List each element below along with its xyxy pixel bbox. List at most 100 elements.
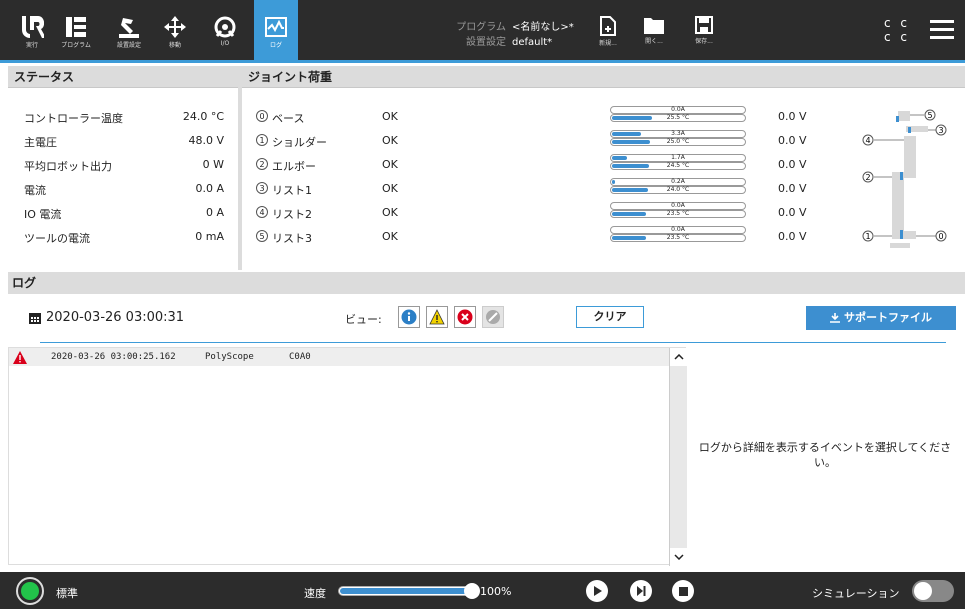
- step-button[interactable]: [630, 580, 652, 602]
- warning-icon: [429, 309, 445, 325]
- joint-status: OK: [382, 110, 398, 123]
- log-title: ログ: [8, 272, 965, 294]
- program-icon: [66, 17, 86, 37]
- nav-move-button[interactable]: 移動: [155, 0, 195, 62]
- joint-voltage: 0.0 V: [778, 110, 807, 123]
- joint-status: OK: [382, 182, 398, 195]
- nav-run-button[interactable]: 実行: [12, 0, 52, 62]
- joint-name: リスト2: [272, 208, 312, 221]
- simulation-toggle-knob: [914, 582, 932, 600]
- speed-label: 速度: [304, 587, 326, 600]
- open-file-button[interactable]: 開く...: [634, 0, 674, 62]
- status-title: ステータス: [8, 66, 238, 88]
- new-file-button[interactable]: 新規...: [588, 0, 628, 62]
- joint-number: 2: [256, 158, 268, 170]
- nav-program-label: プログラム: [61, 42, 91, 49]
- speed-slider-knob[interactable]: [464, 583, 480, 599]
- diagram-label-5: 5: [927, 111, 932, 120]
- scroll-up-button[interactable]: [670, 348, 688, 366]
- ur-logo-icon: [22, 16, 44, 38]
- nav-installation-button[interactable]: 設置設定: [109, 0, 149, 62]
- installation-name: 設置設定 default*: [430, 33, 590, 48]
- joint-current-bar: 0.0A: [610, 226, 746, 234]
- joint-name: リスト1: [272, 184, 312, 197]
- diagram-label-1: 1: [865, 232, 870, 241]
- save-file-button[interactable]: 保存...: [684, 0, 724, 62]
- joint-row: 2 エルボー OK 1.7A 24.5 °C 0.0 V: [256, 154, 956, 178]
- joint-current-text: 0.0A: [671, 226, 685, 233]
- save-file-label: 保存...: [695, 38, 713, 45]
- speed-value: 100%: [480, 585, 512, 598]
- log-entry-code: C0A0: [289, 352, 311, 362]
- nav-installation-label: 設置設定: [116, 42, 141, 49]
- bottom-bar: 標準 速度 100% シミュレーション: [0, 572, 965, 609]
- filter-error-button[interactable]: [454, 306, 476, 328]
- joint-temp-bar: 23.5 °C: [610, 234, 746, 242]
- io-icon: [214, 16, 236, 38]
- filter-warning-button[interactable]: [426, 306, 448, 328]
- joint-temp-text: 24.0 °C: [666, 186, 690, 193]
- installation-icon: [119, 18, 139, 38]
- program-value: <名前なし>*: [512, 22, 574, 33]
- joint-name: ショルダー: [272, 136, 327, 149]
- move-icon: [164, 16, 186, 38]
- info-icon: [401, 309, 417, 325]
- clear-button[interactable]: クリア: [576, 306, 644, 328]
- joint-number: 4: [256, 206, 268, 218]
- joint-current-text: 0.0A: [671, 202, 685, 209]
- status-value: 24.0 °C: [182, 110, 224, 123]
- joint-status: OK: [382, 230, 398, 243]
- log-list[interactable]: 2020-03-26 03:00:25.162 PolyScope C0A0: [8, 347, 688, 566]
- status-key: IO 電流: [24, 208, 62, 221]
- speed-slider[interactable]: [338, 586, 472, 596]
- power-button[interactable]: [16, 577, 44, 605]
- joint-current-bar: 1.7A: [610, 154, 746, 162]
- joint-load-panel: ジョイント荷重 0 ベース OK 0.0A 25.5 °C 0.0 V 1 ショルダー OK 3.…: [242, 66, 965, 270]
- diagram-label-4: 4: [865, 136, 870, 145]
- status-key: 主電圧: [24, 136, 57, 149]
- nav-io-button[interactable]: I/O: [205, 0, 245, 62]
- nav-program-button[interactable]: プログラム: [56, 0, 96, 62]
- joint-row: 4 リスト2 OK 0.0A 23.5 °C 0.0 V: [256, 202, 956, 226]
- joint-number: 1: [256, 134, 268, 146]
- joint-current-bar: 0.2A: [610, 178, 746, 186]
- play-button[interactable]: [586, 580, 608, 602]
- joint-status: OK: [382, 134, 398, 147]
- download-icon: [830, 313, 840, 323]
- filter-info-button[interactable]: [398, 306, 420, 328]
- joint-name: リスト3: [272, 232, 312, 245]
- joint-current-bar: 0.0A: [610, 106, 746, 114]
- filter-disabled-button[interactable]: [482, 306, 504, 328]
- joint-temp-bar: 25.0 °C: [610, 138, 746, 146]
- simulation-toggle[interactable]: [912, 580, 954, 602]
- joint-row: 5 リスト3 OK 0.0A 23.5 °C 0.0 V: [256, 226, 956, 250]
- stop-icon: [678, 586, 688, 596]
- log-separator: [40, 342, 946, 343]
- simulation-label: シミュレーション: [812, 587, 900, 600]
- power-status-icon: [21, 582, 39, 600]
- installation-key: 設置設定: [466, 37, 506, 48]
- joint-temp-bar: 24.0 °C: [610, 186, 746, 194]
- chevron-up-icon: [674, 354, 684, 360]
- chevron-down-icon: [674, 554, 684, 560]
- status-key: ツールの電流: [24, 232, 90, 245]
- control-center-indicator[interactable]: c c c c: [884, 16, 910, 44]
- joint-status: OK: [382, 206, 398, 219]
- joint-number: 5: [256, 230, 268, 242]
- joint-row: 3 リスト1 OK 0.2A 24.0 °C 0.0 V: [256, 178, 956, 202]
- diagram-label-0: 0: [938, 232, 943, 241]
- joint-current-text: 0.2A: [671, 178, 685, 185]
- log-scrollbar[interactable]: [669, 348, 688, 566]
- nav-log-button[interactable]: ログ: [254, 0, 298, 62]
- joint-status: OK: [382, 158, 398, 171]
- hamburger-menu-icon[interactable]: [930, 19, 954, 41]
- log-entry[interactable]: 2020-03-26 03:00:25.162 PolyScope C0A0: [9, 348, 669, 366]
- scroll-down-button[interactable]: [670, 548, 688, 566]
- log-icon: [265, 17, 287, 37]
- new-file-icon: [600, 16, 616, 36]
- support-file-button[interactable]: サポートファイル: [806, 306, 956, 330]
- nav-io-label: I/O: [220, 40, 230, 47]
- joint-number: 0: [256, 110, 268, 122]
- stop-button[interactable]: [672, 580, 694, 602]
- joint-voltage: 0.0 V: [778, 230, 807, 243]
